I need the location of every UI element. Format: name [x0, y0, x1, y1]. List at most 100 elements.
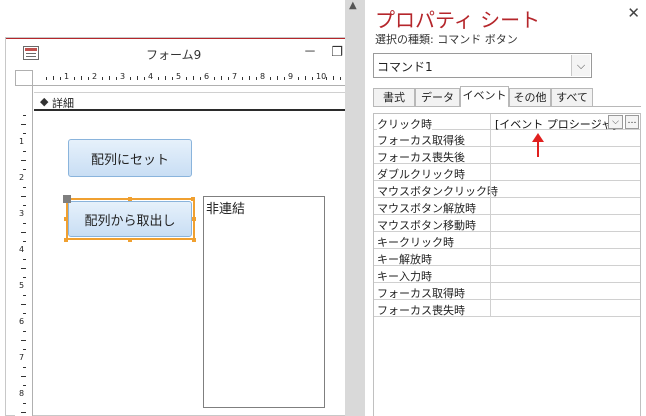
- minimize-button[interactable]: －: [301, 44, 319, 62]
- horizontal-ruler[interactable]: 1 2 3 4 5 6 7 8 9 10: [33, 70, 346, 86]
- column-separator: [490, 300, 491, 317]
- property-row[interactable]: フォーカス取得時: [374, 283, 640, 300]
- unbound-textbox[interactable]: 非連結: [203, 196, 325, 408]
- ruler-tick: [172, 77, 173, 80]
- build-button[interactable]: …: [625, 115, 639, 129]
- column-separator: [490, 249, 491, 266]
- tab-data[interactable]: データ: [415, 88, 460, 107]
- ruler-tick: [81, 76, 82, 80]
- resize-handle-bottom[interactable]: [128, 238, 132, 242]
- resize-handle-right[interactable]: [192, 217, 196, 221]
- property-name: フォーカス喪失時: [377, 304, 465, 317]
- ruler-corner[interactable]: [15, 70, 33, 86]
- property-name: フォーカス取得時: [377, 287, 465, 300]
- property-row[interactable]: マウスボタン移動時: [374, 215, 640, 232]
- ruler-tick: [298, 77, 299, 80]
- chevron-down-icon[interactable]: ⌵: [571, 55, 590, 76]
- pane-splitter[interactable]: ▲: [345, 0, 365, 416]
- ruler-tick: [21, 124, 26, 125]
- vertical-ruler[interactable]: 1 2 3 4 5 6 7 8: [15, 86, 33, 416]
- resize-handle-bottom-left[interactable]: [64, 238, 68, 242]
- column-separator: [490, 283, 491, 300]
- restore-button[interactable]: ❐: [328, 44, 346, 62]
- ruler-tick: [23, 313, 26, 314]
- ruler-tick: [137, 76, 138, 80]
- tab-event[interactable]: イベント: [460, 86, 509, 107]
- resize-handle-top[interactable]: [128, 197, 132, 201]
- ruler-tick: [21, 232, 26, 233]
- ruler-tick: [228, 77, 229, 80]
- property-row[interactable]: キー解放時: [374, 249, 640, 266]
- resize-handle-top-right[interactable]: [191, 197, 195, 201]
- ruler-number: 4: [19, 245, 25, 254]
- column-separator: [490, 164, 491, 181]
- ruler-tick: [158, 77, 159, 80]
- ruler-tick: [21, 376, 26, 377]
- property-name: キー解放時: [377, 253, 432, 266]
- property-row[interactable]: フォーカス喪失後: [374, 147, 640, 164]
- property-row[interactable]: マウスボタンクリック時: [374, 181, 640, 198]
- property-row[interactable]: ダブルクリック時: [374, 164, 640, 181]
- tab-all[interactable]: すべて: [551, 88, 593, 107]
- scroll-up-icon[interactable]: ▲: [349, 0, 357, 11]
- property-row[interactable]: キークリック時: [374, 232, 640, 249]
- ruler-tick: [23, 403, 26, 404]
- property-row[interactable]: フォーカス取得後: [374, 130, 640, 147]
- tab-other[interactable]: その他: [509, 88, 551, 107]
- tab-format[interactable]: 書式: [373, 88, 415, 107]
- ruler-tick: [256, 77, 257, 80]
- ruler-tick: [21, 268, 26, 269]
- property-row[interactable]: マウスボタン解放時: [374, 198, 640, 215]
- ruler-number: 5: [176, 72, 182, 81]
- ruler-number: 3: [120, 72, 126, 81]
- ruler-tick: [277, 76, 278, 80]
- ruler-number: 6: [204, 72, 210, 81]
- property-row[interactable]: キー入力時: [374, 266, 640, 283]
- form-icon: [23, 46, 39, 60]
- ruler-tick: [23, 151, 26, 152]
- chevron-down-icon[interactable]: ⌵: [608, 115, 623, 129]
- form-titlebar: フォーム9 － ❐: [6, 39, 345, 67]
- property-row[interactable]: フォーカス喪失時: [374, 300, 640, 317]
- detail-section-bar[interactable]: ◆ 詳細: [34, 92, 346, 111]
- ruler-tick: [165, 76, 166, 80]
- ruler-number: 2: [92, 72, 98, 81]
- ruler-tick: [74, 77, 75, 80]
- resize-handle-bottom-right[interactable]: [192, 238, 196, 242]
- ruler-number: 1: [64, 72, 70, 81]
- column-separator: [490, 130, 491, 147]
- ruler-tick: [23, 169, 26, 170]
- object-select[interactable]: コマンド1 ⌵: [373, 53, 592, 78]
- set-array-button[interactable]: 配列にセット: [68, 139, 192, 177]
- get-array-button[interactable]: 配列から取出し: [68, 201, 192, 237]
- ruler-tick: [21, 304, 26, 305]
- ruler-tick: [186, 77, 187, 80]
- property-grid: クリック時 [イベント プロシージャ] ⌵… フォーカス取得後 フォーカス喪失後 ダブルク…: [373, 113, 641, 416]
- red-up-arrow-icon: [532, 133, 544, 157]
- ruler-number: 8: [19, 389, 25, 398]
- ruler-tick: [333, 76, 334, 80]
- close-icon[interactable]: ✕: [627, 4, 640, 22]
- ruler-tick: [284, 77, 285, 80]
- form-design-window: フォーム9 － ❐ 1 2 3 4 5 6 7 8 9 10 1 2 3 4 5 6 7 8 ◆ 詳細 配列にセ…: [5, 37, 346, 416]
- move-handle[interactable]: [63, 195, 71, 203]
- ruler-tick: [23, 241, 26, 242]
- property-name: マウスボタン移動時: [377, 219, 476, 232]
- property-sheet-title: プロパティ シート: [375, 8, 541, 32]
- ruler-tick: [200, 77, 201, 80]
- column-separator: [490, 147, 491, 164]
- ruler-number: 7: [232, 72, 238, 81]
- ruler-tick: [144, 77, 145, 80]
- column-separator: [490, 181, 491, 198]
- property-name: フォーカス取得後: [377, 134, 465, 147]
- ruler-number: 3: [19, 209, 25, 218]
- property-row[interactable]: クリック時 [イベント プロシージャ] ⌵…: [374, 113, 640, 132]
- ruler-tick: [23, 187, 26, 188]
- resize-handle-left[interactable]: [64, 217, 68, 221]
- ruler-tick: [23, 349, 26, 350]
- ruler-tick: [116, 77, 117, 80]
- ruler-number: 5: [19, 281, 25, 290]
- ruler-tick: [23, 259, 26, 260]
- ruler-tick: [221, 76, 222, 80]
- ruler-tick: [312, 77, 313, 80]
